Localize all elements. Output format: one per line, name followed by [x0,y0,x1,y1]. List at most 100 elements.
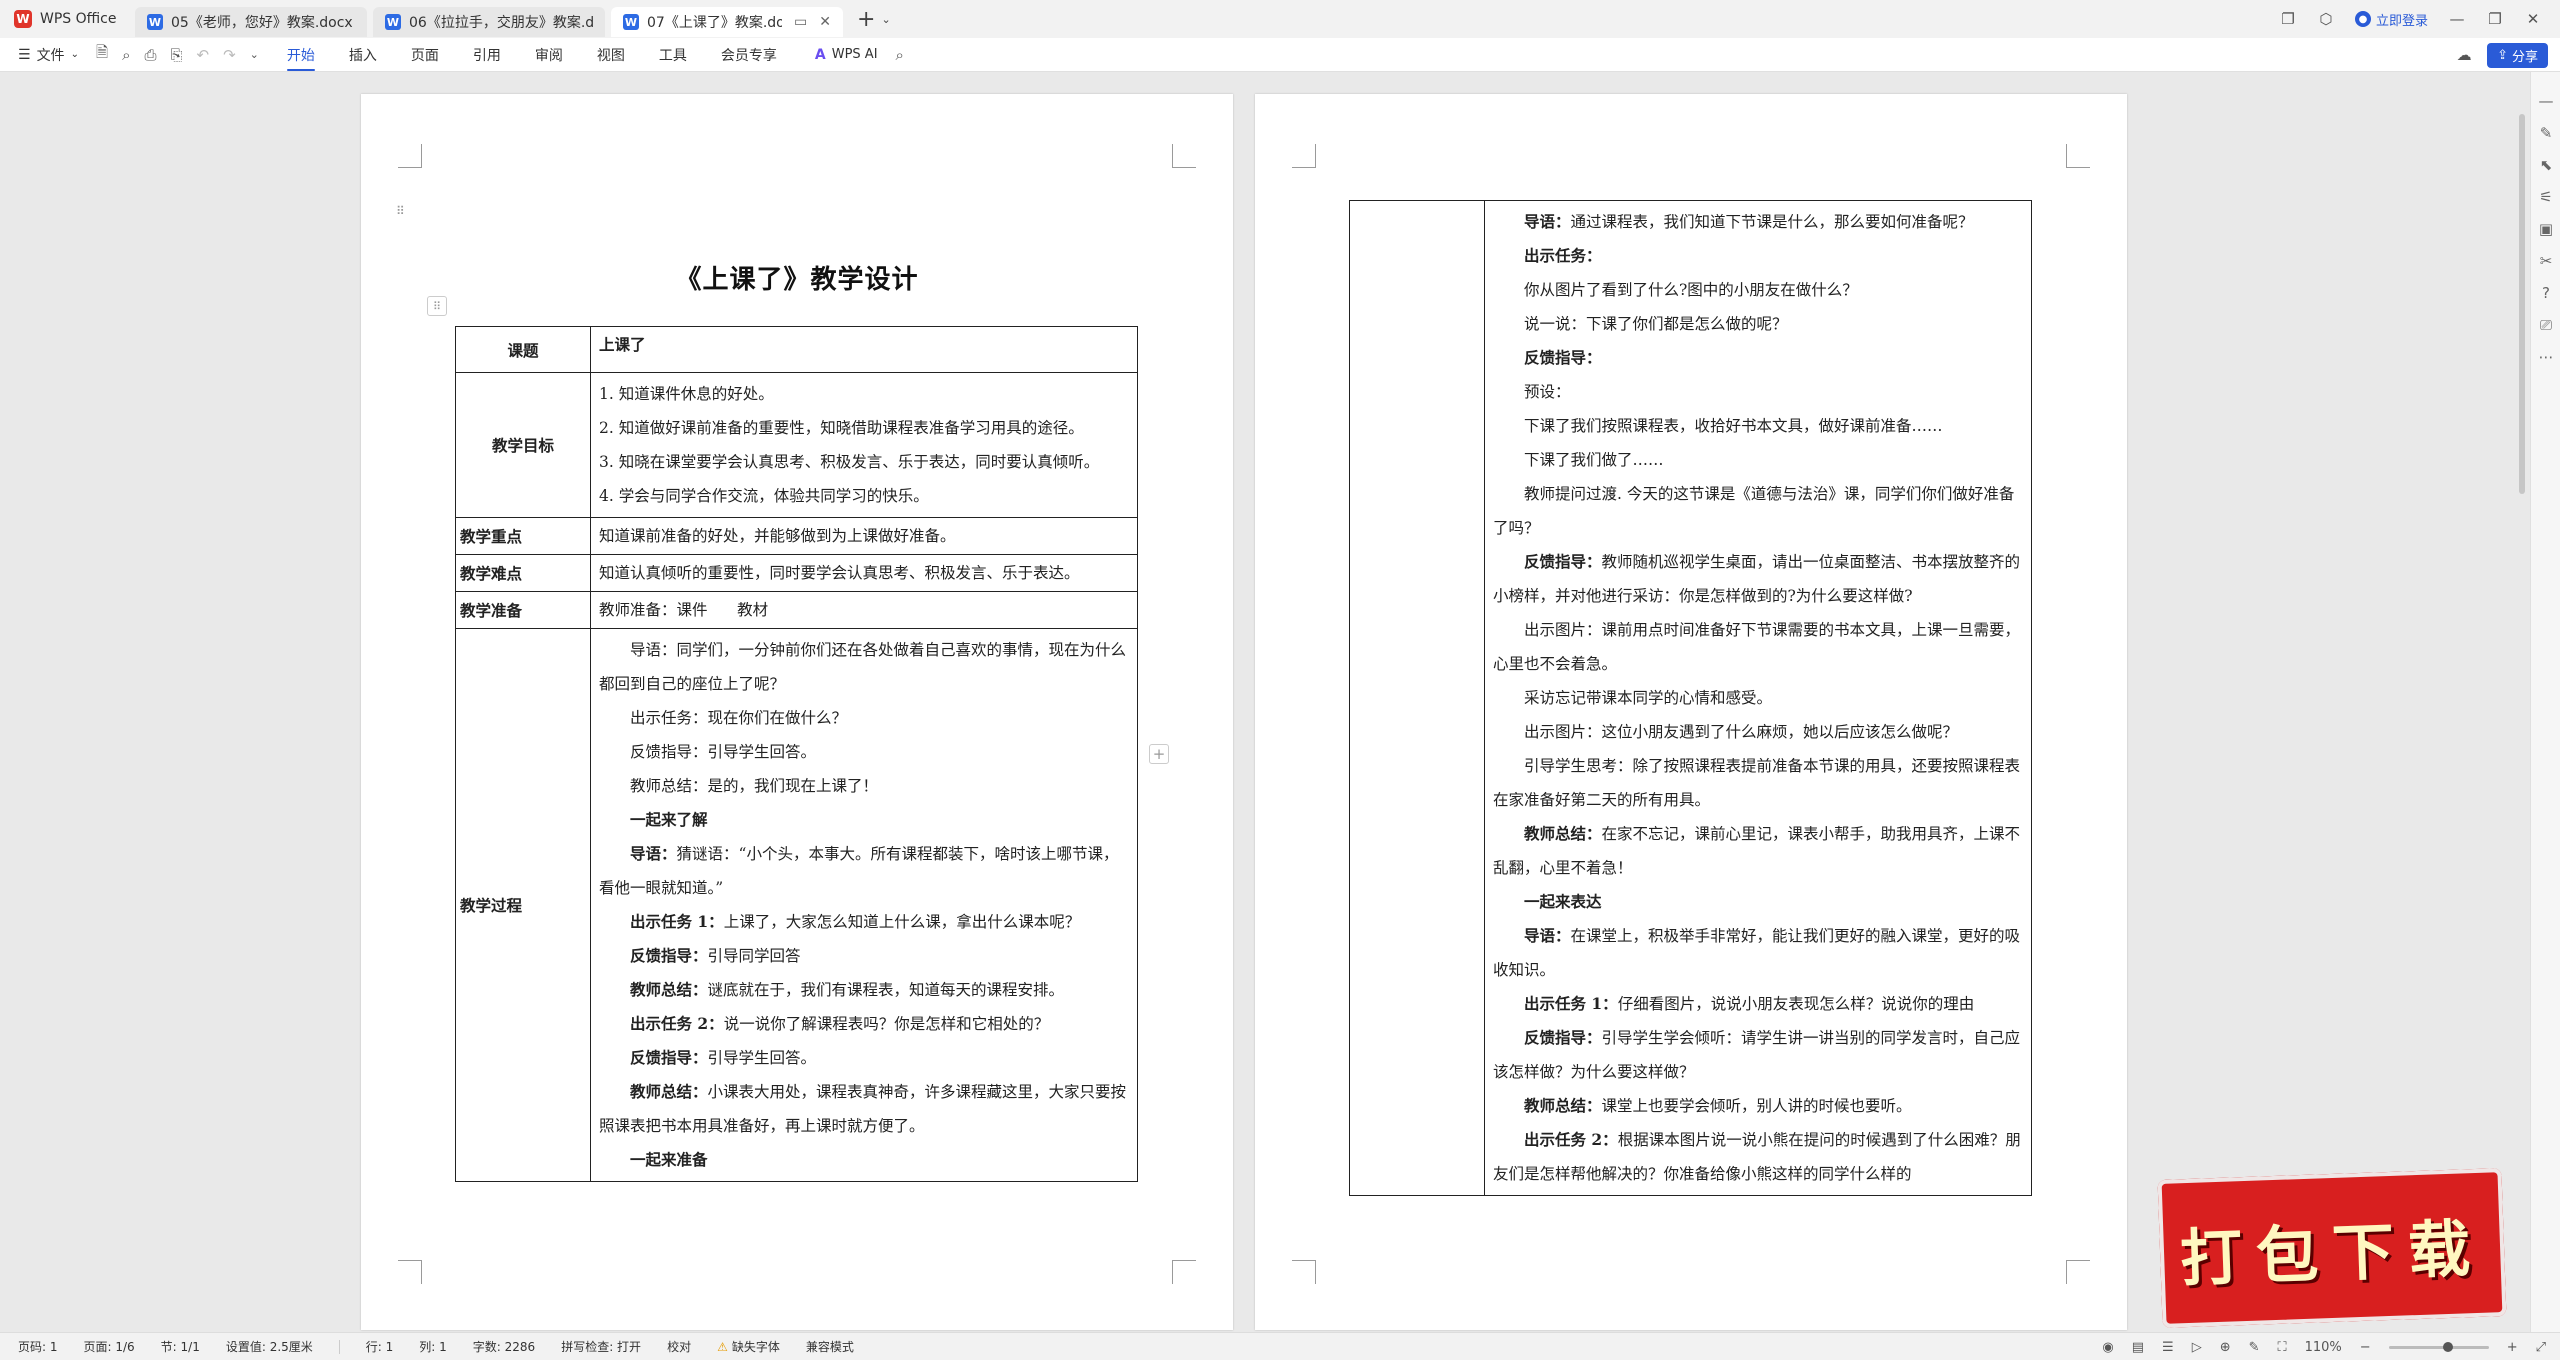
crop-mark [2066,1260,2090,1284]
image-icon[interactable]: ▣ [2531,220,2560,238]
fullscreen-icon[interactable]: ⤢ [2536,1340,2546,1355]
page-1[interactable]: ⠿ 《上课了》教学设计 ⠿ + 课题 上课了 教学目标 1. 知道课件休息的好处… [361,94,1233,1330]
share-button[interactable]: ⇪ 分享 [2487,42,2548,68]
close-tab-icon[interactable]: ✕ [819,14,831,30]
tab-references[interactable]: 引用 [473,39,501,71]
edit-icon[interactable]: ✎ [2249,1340,2260,1355]
document-canvas[interactable]: ⠿ 《上课了》教学设计 ⠿ + 课题 上课了 教学目标 1. 知道课件休息的好处… [0,72,2530,1332]
select-icon[interactable]: ⬉ [2531,156,2560,174]
process-para: 你从图片了看到了什么?图中的小朋友在做什么？ [1524,281,1858,299]
warning-icon: ⚠ [717,1340,728,1354]
fit-page-icon[interactable]: ⛶ [2278,1340,2287,1355]
status-row[interactable]: 行: 1 [366,1338,394,1355]
close-window-icon[interactable]: ✕ [2524,10,2542,28]
redo-icon[interactable]: ↷ [223,46,236,64]
search-icon[interactable]: ⌕ [896,46,904,64]
para-label: 教师总结： [1524,1096,1602,1115]
download-promo-stamp[interactable]: 打包下载 [2157,1168,2507,1328]
goal-line: 1. 知道课件休息的好处。 [599,385,774,403]
tab-list-chevron-icon[interactable]: ⌄ [881,13,890,26]
print-icon[interactable]: ⎙ [144,46,156,64]
tab-page[interactable]: 页面 [411,39,439,71]
cloud-sync-icon[interactable]: ☁ [2455,46,2473,64]
status-compat-mode[interactable]: 兼容模式 [806,1338,854,1355]
table-row: 教学目标 1. 知道课件休息的好处。 2. 知道做好课前准备的重要性，知晓借助课… [455,372,1138,518]
tab-view[interactable]: 视图 [597,39,625,71]
web-view-icon[interactable]: ⊕ [2220,1340,2231,1355]
collapse-icon[interactable]: — [2531,92,2560,110]
status-page-number[interactable]: 页码: 1 [18,1338,58,1355]
process-para: 教师总结：在家不忘记，课前心里记，课表小帮手，助我用具齐，上课不乱翻，心里不着急… [1493,817,2025,885]
status-word-count[interactable]: 字数: 2286 [473,1338,535,1355]
more-chevron-icon[interactable]: ⌄ [250,48,259,61]
wps-ai-button[interactable]: A WPS AI [815,47,878,63]
vertical-scrollbar[interactable] [2519,114,2525,494]
table-row: 教学准备 教师准备：课件 教材 [455,591,1138,629]
zoom-level[interactable]: 110% [2305,1340,2342,1355]
process-para: 反馈指导：引导学生回答。 [599,1041,1131,1075]
zoom-out-icon[interactable]: − [2360,1340,2371,1355]
file-menu[interactable]: ☰ 文件 ⌄ [0,45,96,65]
page-view-icon[interactable]: ▤ [2132,1340,2144,1355]
para-text: 在课堂上，积极举手非常好，能让我们更好的融入课堂，更好的吸收知识。 [1493,927,2021,979]
process-para: 教师总结：是的，我们现在上课了！ [630,777,879,795]
new-tab-icon[interactable]: + [857,7,875,32]
doc-tab-06[interactable]: W 06《拉拉手，交朋友》教案.docx [373,7,605,37]
tab-member[interactable]: 会员专享 [721,39,777,71]
login-label: 立即登录 [2375,13,2428,29]
table-row: 课题 上课了 [455,326,1138,373]
print-preview-icon[interactable]: ⎘ [170,46,182,64]
status-section[interactable]: 节: 1/1 [161,1338,200,1355]
tab-home[interactable]: 开始 [286,39,315,71]
status-pages[interactable]: 页面: 1/6 [84,1338,135,1355]
crop-mark [2066,144,2090,168]
play-icon[interactable]: ▷ [2192,1340,2202,1355]
eye-protection-icon[interactable]: ◉ [2102,1340,2113,1355]
para-label: 导语： [1524,212,1571,231]
restore-icon[interactable]: ❐ [2486,10,2504,28]
help-icon[interactable]: ? [2531,284,2560,302]
add-row-icon[interactable]: + [1149,744,1169,764]
status-proof[interactable]: 校对 [667,1338,691,1355]
pen-icon[interactable]: ✎ [2531,124,2560,142]
para-label: 反馈指导： [1524,1028,1602,1047]
hamburger-icon: ☰ [18,46,31,63]
tab-review[interactable]: 审阅 [535,39,563,71]
zoom-slider[interactable] [2388,1341,2489,1352]
cube-icon[interactable]: ⬡ [2317,10,2335,28]
app-tab-wps[interactable]: W WPS Office [0,0,135,38]
prep-value: 教师准备：课件 教材 [590,591,1138,629]
process-para: 出示图片：这位小朋友遇到了什么麻烦，她以后应该怎么做呢？ [1524,723,1959,741]
status-col[interactable]: 列: 1 [419,1338,447,1355]
monitor-icon[interactable]: ▭ [794,14,807,30]
table-move-handle-icon[interactable]: ⠿ [427,296,447,316]
row-head-process: 教学过程 [455,628,591,1182]
page-2[interactable]: 导语：通过课程表，我们知道下节课是什么，那么要如何准备呢？ 出示任务： 你从图片… [1255,94,2127,1330]
status-missing-font[interactable]: ⚠ 缺失字体 [717,1338,780,1355]
process-para: 教师总结：小课表大用处，课程表真神奇，许多课程藏这里，大家只要按照课表把书本用具… [599,1075,1131,1143]
window-layout-icon[interactable]: ❐ [2279,10,2297,28]
minimize-icon[interactable]: — [2448,10,2466,28]
outline-view-icon[interactable]: ☰ [2162,1340,2174,1355]
status-setting[interactable]: 设置值: 2.5厘米 [226,1338,313,1355]
save-icon[interactable]: 🗎 [96,42,108,67]
more-icon[interactable]: ⋯ [2531,348,2560,366]
zoom-in-icon[interactable]: + [2507,1340,2518,1355]
paragraph-drag-handle-icon[interactable]: ⠿ [396,204,405,218]
tools-icon[interactable]: ✂ [2531,252,2560,270]
doc-tab-05[interactable]: W 05《老师，您好》教案.docx [135,7,367,37]
missing-font-label: 缺失字体 [731,1340,780,1354]
login-button[interactable]: ● 立即登录 [2354,10,2428,29]
undo-icon[interactable]: ↶ [197,46,210,64]
adjust-icon[interactable]: ⚟ [2531,188,2560,206]
pdf-icon[interactable]: ⌕ [122,46,130,64]
zoom-slider-knob[interactable] [2442,1341,2453,1352]
tab-insert[interactable]: 插入 [349,39,377,71]
translate-icon[interactable]: ⎚ [2531,316,2560,334]
share-label: 分享 [2511,49,2538,65]
process-para: 出示任务 1：仔细看图片，说说小朋友表现怎么样？说说你的理由 [1493,987,2025,1021]
row-head-key: 教学重点 [455,517,591,555]
doc-tab-07-active[interactable]: W 07《上课了》教案.docx ▭ ✕ [611,7,843,37]
tab-tools[interactable]: 工具 [659,39,687,71]
status-spell-check[interactable]: 拼写检查: 打开 [561,1338,641,1355]
